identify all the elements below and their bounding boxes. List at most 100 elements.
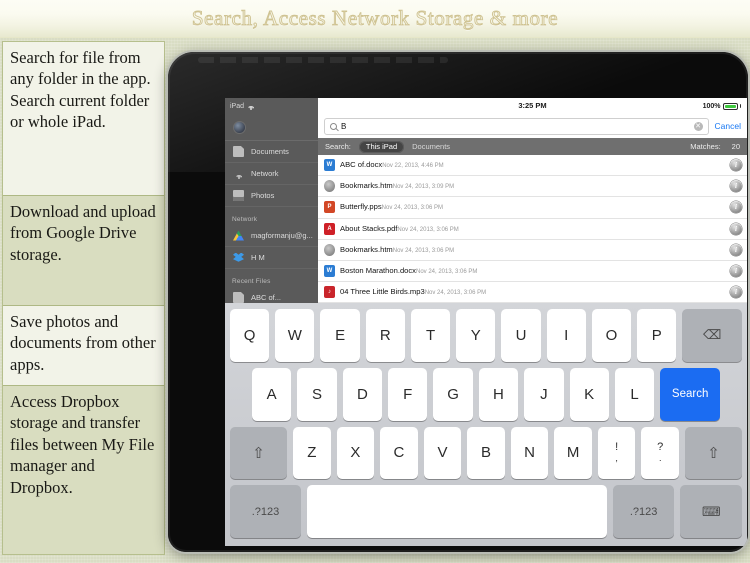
key-r[interactable]: R xyxy=(365,309,405,362)
scope-option-documents[interactable]: Documents xyxy=(412,142,450,151)
sidebar-item-dropbox[interactable]: H M xyxy=(225,247,318,269)
key-i[interactable]: I xyxy=(546,309,586,362)
battery-cap-icon xyxy=(739,104,741,108)
google-drive-icon xyxy=(233,230,244,241)
scope-option-this-ipad[interactable]: This iPad xyxy=(358,140,405,153)
onscreen-keyboard: Q W E R T Y U I O P ⌫ A S D F G H J K L Search ⇧ Z X C V B N M!,?.… xyxy=(225,303,747,546)
key-g[interactable]: G xyxy=(433,367,473,421)
app-main: 3:25 PM 100% B ✕ Cancel Search: This iPa… xyxy=(318,98,747,303)
feature-item-google-drive: Download and upload from Google Drive st… xyxy=(3,196,164,306)
word-file-icon: W xyxy=(324,159,335,172)
file-row[interactable]: W Boston Marathon.docxNov 24, 2013, 3:06 … xyxy=(318,260,747,283)
ipad-screen: iPad Documents Network Photos Network ma… xyxy=(225,98,747,546)
file-date: Nov 24, 2013, 3:06 PM xyxy=(392,247,455,254)
file-row[interactable]: ♪ 04 Three Little Birds.mp3Nov 24, 2013, … xyxy=(318,282,747,303)
status-battery: 100% xyxy=(703,102,741,110)
search-bar: B ✕ Cancel xyxy=(318,114,747,138)
key-k[interactable]: K xyxy=(569,367,609,421)
space-key[interactable] xyxy=(306,485,607,538)
key-a[interactable]: A xyxy=(251,367,292,421)
key-s[interactable]: S xyxy=(297,367,337,421)
file-meta: Bookmarks.htmNov 24, 2013, 3:06 PM xyxy=(340,245,725,254)
dropbox-icon xyxy=(233,252,244,262)
sidebar-item-label: Photos xyxy=(251,191,275,200)
matches-count: 20 xyxy=(731,142,740,151)
speaker-grille xyxy=(198,57,448,63)
key-z[interactable]: Z xyxy=(293,426,331,480)
word-file-icon: W xyxy=(324,265,335,278)
shift-left-key[interactable]: ⇧ xyxy=(229,426,288,480)
battery-icon xyxy=(722,102,738,110)
punctuation-key-exclaim-comma[interactable]: !, xyxy=(597,426,636,480)
key-f[interactable]: F xyxy=(388,367,428,421)
backspace-key[interactable]: ⌫ xyxy=(682,309,742,362)
info-icon[interactable]: i xyxy=(730,201,742,214)
numeric-right-key[interactable]: .?123 xyxy=(612,485,675,538)
key-y[interactable]: Y xyxy=(456,309,496,362)
numeric-left-key[interactable]: .?123 xyxy=(230,485,301,538)
gear-icon[interactable] xyxy=(234,121,245,133)
info-icon[interactable]: i xyxy=(730,222,742,235)
file-name: 04 Three Little Birds.mp3 xyxy=(340,287,425,297)
key-j[interactable]: J xyxy=(524,367,564,421)
key-u[interactable]: U xyxy=(501,309,541,362)
matches-label: Matches: xyxy=(690,142,721,151)
sidebar-item-label: H M xyxy=(251,253,265,262)
file-row[interactable]: Bookmarks.htmNov 24, 2013, 3:09 PM i xyxy=(318,176,747,198)
cancel-button[interactable]: Cancel xyxy=(715,121,741,131)
file-date: Nov 24, 2013, 3:06 PM xyxy=(381,205,444,212)
page-header: Search, Access Network Storage & more xyxy=(0,0,750,38)
shift-right-key[interactable]: ⇧ xyxy=(684,426,743,480)
key-o[interactable]: O xyxy=(591,309,632,362)
feature-item-search: Search for file from any folder in the a… xyxy=(3,42,164,196)
sidebar-item-photos[interactable]: Photos xyxy=(225,185,318,207)
page-title: Search, Access Network Storage & more xyxy=(191,6,559,31)
photo-icon xyxy=(233,190,244,201)
file-row[interactable]: P Butterfly.ppsNov 24, 2013, 3:06 PM i xyxy=(318,197,747,219)
sidebar-item-documents[interactable]: Documents xyxy=(225,141,318,163)
key-c[interactable]: C xyxy=(380,426,418,480)
key-h[interactable]: H xyxy=(478,367,519,421)
file-row[interactable]: A About Stacks.pdfNov 24, 2013, 3:06 PM i xyxy=(318,218,747,240)
sidebar-item-google-drive[interactable]: magformanju@g... xyxy=(225,225,318,247)
punctuation-key-question-period[interactable]: ?. xyxy=(641,426,679,480)
status-time: 3:25 PM xyxy=(518,101,547,110)
key-l[interactable]: L xyxy=(614,367,655,421)
key-p[interactable]: P xyxy=(637,309,677,362)
info-icon[interactable]: i xyxy=(730,286,742,299)
file-name: Butterfly.pps xyxy=(340,202,382,212)
file-name: Boston Marathon.docx xyxy=(340,265,416,275)
ppt-file-icon: P xyxy=(324,201,335,214)
key-n[interactable]: N xyxy=(510,426,549,480)
key-x[interactable]: X xyxy=(336,426,375,480)
file-meta: ABC of.docxNov 22, 2013, 4:46 PM xyxy=(340,160,725,169)
file-manager-app: iPad Documents Network Photos Network ma… xyxy=(225,98,747,309)
wifi-icon xyxy=(233,168,244,179)
info-icon[interactable]: i xyxy=(730,180,742,193)
search-input[interactable]: B ✕ xyxy=(324,117,709,135)
file-list[interactable]: W ABC of.docxNov 22, 2013, 4:46 PM i Bookma… xyxy=(318,155,747,303)
sidebar-item-network[interactable]: Network xyxy=(225,163,318,185)
search-key[interactable]: Search xyxy=(660,367,721,421)
key-d[interactable]: D xyxy=(342,367,383,421)
dismiss-keyboard-key[interactable]: ⌨ xyxy=(680,485,742,538)
info-icon[interactable]: i xyxy=(730,265,742,278)
key-e[interactable]: E xyxy=(320,309,360,362)
file-row[interactable]: W ABC of.docxNov 22, 2013, 4:46 PM i xyxy=(318,155,747,177)
file-date: Nov 24, 2013, 3:06 PM xyxy=(424,290,487,297)
file-row[interactable]: Bookmarks.htmNov 24, 2013, 3:06 PM i xyxy=(318,239,747,261)
key-w[interactable]: W xyxy=(275,309,315,362)
sidebar-section-recent: Recent Files xyxy=(232,278,271,285)
search-input-value: B xyxy=(341,121,347,131)
file-name: About Stacks.pdf xyxy=(340,223,398,233)
clear-icon[interactable]: ✕ xyxy=(693,121,703,131)
info-icon[interactable]: i xyxy=(730,159,742,172)
key-t[interactable]: T xyxy=(410,309,451,362)
key-v[interactable]: V xyxy=(423,426,462,480)
key-b[interactable]: B xyxy=(467,426,505,480)
info-icon[interactable]: i xyxy=(730,243,742,256)
key-m[interactable]: M xyxy=(554,426,592,480)
sidebar-navbar[interactable] xyxy=(225,114,318,141)
keyboard-row-2: A S D F G H J K L Search xyxy=(230,367,742,421)
key-q[interactable]: Q xyxy=(230,309,270,362)
